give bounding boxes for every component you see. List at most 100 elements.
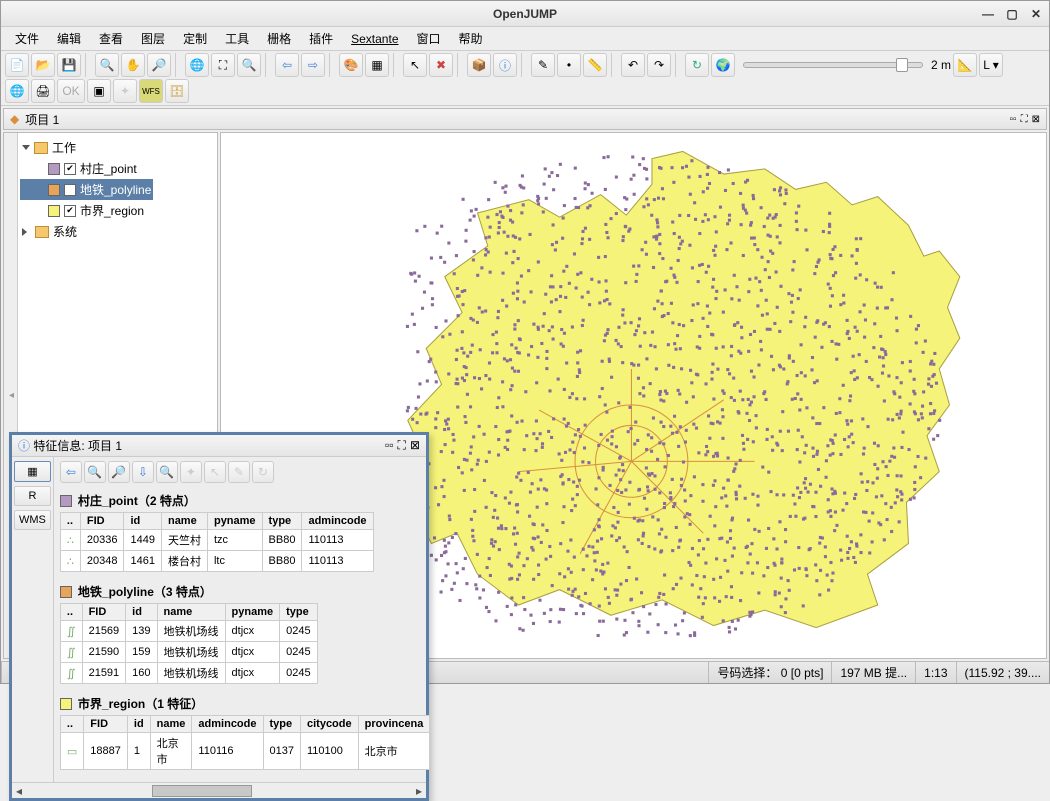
status-coords: (115.92 ; 39.... [956, 662, 1050, 683]
feature-info-panel: ⓘ 特征信息: 项目 1 ▫▫ ⛶ ⊠ ▦ R WMS ⇦ 🔍 [9, 432, 429, 801]
ruler-icon[interactable]: 📐 [953, 53, 977, 77]
menu-plugin[interactable]: 插件 [301, 28, 341, 49]
zoom-slider[interactable] [743, 62, 923, 68]
arrow-down-icon[interactable]: ⇩ [132, 461, 154, 483]
refresh-icon[interactable]: ↻ [252, 461, 274, 483]
horizontal-scrollbar[interactable]: ◂▸ [12, 782, 426, 798]
table-row[interactable]: ∴203361449天竺村tzcBB80110113 [60, 530, 373, 551]
undo-icon[interactable]: ↶ [621, 53, 645, 77]
main-toolbar: 📄 📂 💾 🔍 ✋ 🔎 🌐 ⛶ 🔍 ⇦ ⇨ 🎨 ▦ ↖ ✖ 📦 ⓘ ✎ [1, 51, 1049, 106]
ok-button[interactable]: OK [57, 79, 85, 103]
status-scale: 1:13 [915, 662, 955, 683]
checkbox-icon[interactable]: ✔ [64, 184, 76, 196]
redo-icon[interactable]: ↷ [647, 53, 671, 77]
tree-layer-polyline[interactable]: ✔ 地铁_polyline [20, 179, 153, 200]
section-header: 村庄_point（2 特点） [60, 489, 430, 512]
menubar: 文件 编辑 查看 图层 定制 工具 栅格 插件 Sextante 窗口 帮助 [1, 27, 1049, 51]
panel-close-icon[interactable]: ⊠ [410, 438, 420, 453]
feature-table[interactable]: ..FIDidnamepynametypeadmincode∴203361449… [60, 512, 374, 572]
globe-add-icon[interactable]: 🌐 [5, 79, 29, 103]
add-point-icon[interactable]: • [557, 53, 581, 77]
panel-close-icon[interactable]: ⊠ [1032, 114, 1040, 125]
region-polygon [408, 151, 960, 627]
project-tab-label[interactable]: 项目 1 [25, 111, 59, 128]
project-header: ◆ 项目 1 ▫▫ ⛶ ⊠ [3, 108, 1047, 130]
panel-min-icon[interactable]: ▫▫ [385, 438, 394, 453]
menu-file[interactable]: 文件 [7, 28, 47, 49]
style-icon[interactable]: 🎨 [339, 53, 363, 77]
zoom-in-icon[interactable]: 🔍 [95, 53, 119, 77]
minimize-button[interactable]: — [979, 6, 997, 22]
star-icon[interactable]: ✦ [180, 461, 202, 483]
menu-custom[interactable]: 定制 [175, 28, 215, 49]
tree-layer-region[interactable]: ✔ 市界_region [20, 200, 153, 221]
tree-layer-point[interactable]: ✔ 村庄_point [20, 158, 153, 179]
menu-layer[interactable]: 图层 [133, 28, 173, 49]
view-icon[interactable]: ▣ [87, 79, 111, 103]
wfs-icon[interactable]: WFS [139, 79, 163, 103]
tree-root-system[interactable]: 系统 [20, 221, 153, 242]
zoom-fixed-icon[interactable]: 🔍 [237, 53, 261, 77]
tree-root-work[interactable]: 工作 [20, 137, 153, 158]
info-icon[interactable]: ⓘ [493, 53, 517, 77]
section-header: 地铁_polyline（3 特点） [60, 580, 430, 603]
select-icon[interactable]: ↖ [204, 461, 226, 483]
menu-sextante[interactable]: Sextante [343, 30, 406, 48]
table-row[interactable]: ∬21569139地铁机场线dtjcx0245 [60, 621, 317, 642]
feature-table[interactable]: ..FIDidnameadmincodetypecitycodeprovince… [60, 715, 430, 770]
zoom-out-icon[interactable]: 🔎 [147, 53, 171, 77]
checkbox-icon[interactable]: ✔ [64, 205, 76, 217]
titlebar: OpenJUMP — ▢ ✕ [1, 1, 1049, 27]
pan-icon[interactable]: ✋ [121, 53, 145, 77]
delete-icon[interactable]: ✖ [429, 53, 453, 77]
select-icon[interactable]: ↖ [403, 53, 427, 77]
menu-help[interactable]: 帮助 [451, 28, 491, 49]
menu-raster[interactable]: 栅格 [259, 28, 299, 49]
table-row[interactable]: ▭188871北京市1101160137110100北京市 [60, 733, 429, 770]
menu-window[interactable]: 窗口 [409, 28, 449, 49]
find-icon[interactable]: 🔍 [156, 461, 178, 483]
table-row[interactable]: ∬21591160地铁机场线dtjcx0245 [60, 663, 317, 684]
table-row[interactable]: ∬21590159地铁机场线dtjcx0245 [60, 642, 317, 663]
edit-geom-icon[interactable]: ✎ [531, 53, 555, 77]
panel-max-icon[interactable]: ⛶ [398, 438, 406, 453]
close-button[interactable]: ✕ [1027, 6, 1045, 22]
measure-icon[interactable]: 📏 [583, 53, 607, 77]
print-icon[interactable]: 🖨 [31, 79, 55, 103]
save-icon[interactable]: 💾 [57, 53, 81, 77]
maximize-button[interactable]: ▢ [1003, 6, 1021, 22]
status-memory: 197 MB 提... [831, 662, 915, 683]
app-title: OpenJUMP [493, 7, 557, 21]
zoom-sel-icon[interactable]: 🔍 [84, 461, 106, 483]
open-icon[interactable]: 📂 [31, 53, 55, 77]
star-icon[interactable]: ✦ [113, 79, 137, 103]
arrow-left-icon[interactable]: ⇦ [60, 461, 82, 483]
layer-dropdown[interactable]: L ▾ [979, 53, 1003, 77]
next-extent-icon[interactable]: ⇨ [301, 53, 325, 77]
panel-max-icon[interactable]: ⛶ [1021, 114, 1028, 125]
menu-view[interactable]: 查看 [91, 28, 131, 49]
zoom-full-icon[interactable]: 🌐 [185, 53, 209, 77]
package-icon[interactable]: 📦 [467, 53, 491, 77]
new-icon[interactable]: 📄 [5, 53, 29, 77]
globe-icon[interactable]: 🌍 [711, 53, 735, 77]
zoom-sel-icon[interactable]: ⛶ [211, 53, 235, 77]
feature-table[interactable]: ..FIDidnamepynametype∬21569139地铁机场线dtjcx… [60, 603, 318, 684]
menu-tools[interactable]: 工具 [217, 28, 257, 49]
table-row[interactable]: ∴203481461楼台村ltcBB80110113 [60, 551, 373, 572]
vtab-wms[interactable]: WMS [14, 510, 51, 530]
vtab-table[interactable]: ▦ [14, 461, 51, 482]
section-header: 市界_region（1 特征） [60, 692, 430, 715]
table-icon[interactable]: ▦ [365, 53, 389, 77]
menu-edit[interactable]: 编辑 [49, 28, 89, 49]
prev-extent-icon[interactable]: ⇦ [275, 53, 299, 77]
feature-panel-title: 特征信息: 项目 1 [33, 437, 122, 454]
zoom-label: 2 m [931, 58, 951, 72]
panel-min-icon[interactable]: ▫▫ [1010, 114, 1017, 125]
checkbox-icon[interactable]: ✔ [64, 163, 76, 175]
pan-sel-icon[interactable]: 🔎 [108, 461, 130, 483]
edit-icon[interactable]: ✎ [228, 461, 250, 483]
vtab-r[interactable]: R [14, 486, 51, 506]
refresh-icon[interactable]: ↻ [685, 53, 709, 77]
database-icon[interactable]: 🗄 [165, 79, 189, 103]
